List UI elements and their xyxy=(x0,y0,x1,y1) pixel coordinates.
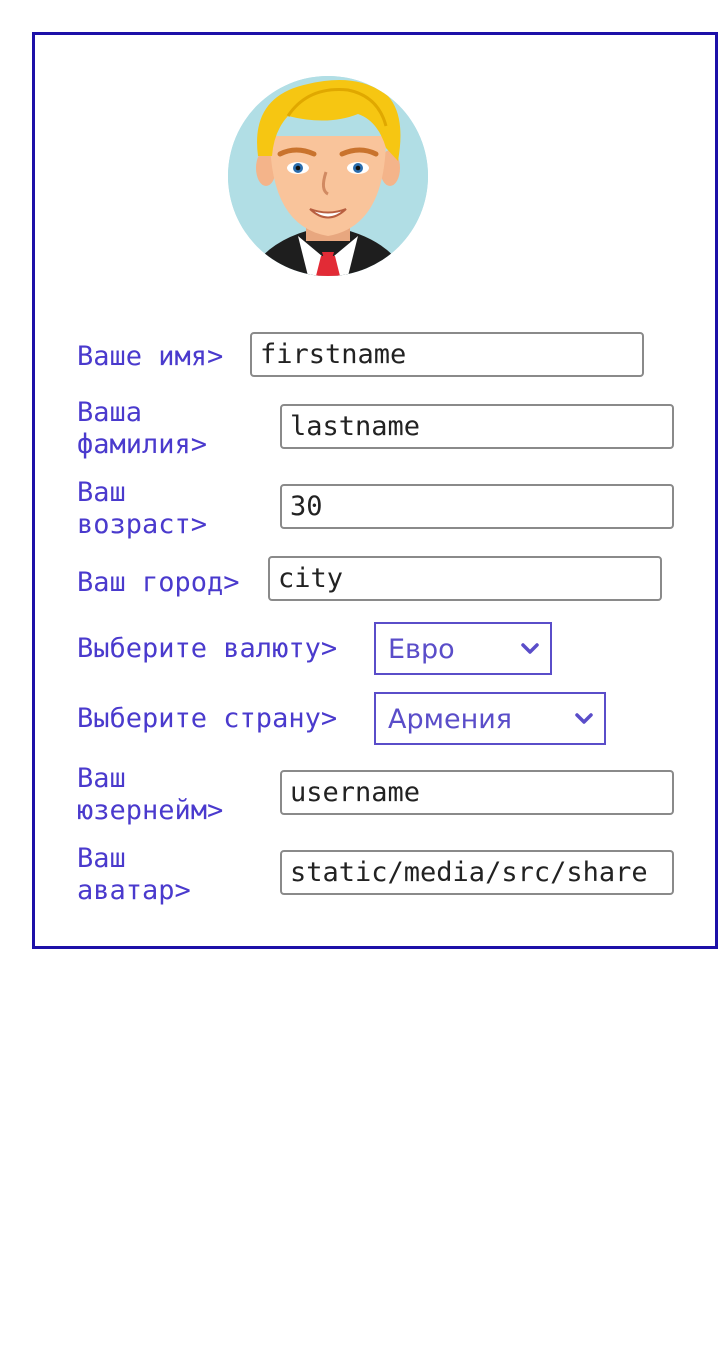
chevron-down-icon xyxy=(575,713,593,724)
currency-select[interactable]: Евро xyxy=(374,622,552,675)
avatar-path-input[interactable]: static/media/src/share xyxy=(280,850,674,895)
chevron-down-icon xyxy=(521,643,539,654)
lastname-input[interactable]: lastname xyxy=(280,404,674,449)
avatar-illustration-icon xyxy=(228,76,428,276)
lastname-label: Ваша фамилия> xyxy=(77,397,207,461)
age-label-line2: возраст> xyxy=(77,509,208,540)
lastname-label-line1: Ваша xyxy=(77,397,143,428)
lastname-label-line2: фамилия> xyxy=(77,429,208,460)
currency-selected-value: Евро xyxy=(388,634,455,665)
firstname-input[interactable]: firstname xyxy=(250,332,644,377)
currency-label: Выберите валюту> xyxy=(77,633,338,664)
username-label-line2: юзернейм> xyxy=(77,795,224,826)
country-label: Выберите страну> xyxy=(77,703,338,734)
avatar-path-label-line1: Ваш xyxy=(77,843,126,874)
age-label: Ваш возраст> xyxy=(77,477,207,541)
username-label-line1: Ваш xyxy=(77,763,126,794)
username-label: Ваш юзернейм> xyxy=(77,763,223,827)
firstname-label: Ваше имя> xyxy=(77,341,224,372)
city-input[interactable]: city xyxy=(268,556,662,601)
username-input[interactable]: username xyxy=(280,770,674,815)
avatar-path-label: Ваш аватар> xyxy=(77,843,191,907)
age-input[interactable]: 30 xyxy=(280,484,674,529)
profile-card: Ваше имя> firstname Ваша фамилия> lastna… xyxy=(32,32,718,949)
avatar-path-label-line2: аватар> xyxy=(77,875,191,906)
age-label-line1: Ваш xyxy=(77,477,126,508)
country-selected-value: Армения xyxy=(388,704,513,735)
city-label: Ваш город> xyxy=(77,567,240,598)
user-avatar-image xyxy=(228,76,428,276)
country-select[interactable]: Армения xyxy=(374,692,606,745)
